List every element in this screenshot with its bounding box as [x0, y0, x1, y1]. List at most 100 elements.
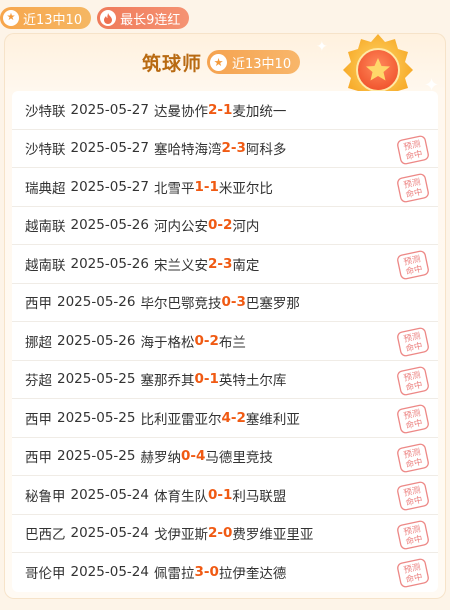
- match-league: 秘鲁甲: [25, 488, 66, 505]
- home-score: 0: [194, 332, 204, 349]
- away-team: 费罗维亚里亚: [232, 527, 314, 544]
- match-date: 2025-05-26: [70, 255, 149, 272]
- prediction-hit-stamp: 预测命中: [397, 481, 429, 511]
- away-team: 塞维利亚: [245, 411, 300, 428]
- away-team: 布兰: [218, 334, 246, 351]
- away-score: 4: [195, 448, 206, 465]
- match-date: 2025-05-26: [57, 294, 136, 311]
- match-row[interactable]: 西甲 2025-05-25 赫罗纳 0 - 4 马德里竞技 预测 命中: [12, 438, 438, 476]
- away-score: 2: [222, 217, 233, 234]
- match-league: 瑞典超: [25, 180, 66, 197]
- match-row[interactable]: 西甲 2025-05-25 比利亚雷亚尔 4 - 2 塞维利亚 预测 命中: [12, 399, 438, 438]
- prediction-hit-stamp: 预测命中: [397, 135, 429, 164]
- match-date: 2025-05-27: [70, 178, 149, 195]
- win-streak-text: 最长9连红: [120, 12, 181, 28]
- home-team: 塞那乔其: [140, 373, 195, 390]
- away-team: 马德里竞技: [205, 450, 273, 467]
- match-row[interactable]: 秘鲁甲 2025-05-24 体育生队 0 - 1 利马联盟 预测 命中: [12, 476, 438, 515]
- away-score: 1: [209, 371, 219, 388]
- prediction-hit-stamp: 预测命中: [397, 558, 429, 588]
- match-row[interactable]: 沙特联 2025-05-27 达曼协作 2 - 1 麦加统一: [12, 91, 438, 130]
- match-date: 2025-05-25: [57, 371, 136, 388]
- home-score: 0: [221, 294, 231, 311]
- home-score: 1: [194, 178, 204, 195]
- home-team: 达曼协作: [153, 103, 208, 120]
- match-row[interactable]: 沙特联 2025-05-27 塞哈特海湾 2 - 3 阿科多 预测 命中: [12, 130, 438, 168]
- home-team: 宋兰义安: [153, 257, 208, 274]
- star-icon: ★: [210, 53, 227, 71]
- match-row[interactable]: 瑞典超 2025-05-27 北雪平 1 - 1 米亚尔比 预测 命中: [12, 168, 438, 207]
- match-league: 西甲: [25, 296, 52, 313]
- flame-icon: [100, 10, 117, 26]
- match-league: 越南联: [25, 257, 66, 274]
- match-league: 西甲: [25, 411, 52, 428]
- home-score: 2: [207, 255, 218, 272]
- home-team: 佩雷拉: [153, 566, 195, 583]
- home-team: 赫罗纳: [140, 450, 181, 467]
- away-team: 巴塞罗那: [245, 296, 300, 313]
- match-date: 2025-05-26: [57, 332, 136, 349]
- match-league: 挪超: [25, 334, 52, 351]
- match-league: 西甲: [25, 450, 52, 467]
- away-score: 1: [222, 101, 233, 118]
- home-team: 毕尔巴鄂竞技: [140, 296, 222, 313]
- home-score: 0: [180, 448, 191, 465]
- away-score: 1: [209, 178, 219, 195]
- home-score: 0: [194, 371, 204, 388]
- match-list: 沙特联 2025-05-27 达曼协作 2 - 1 麦加统一 沙特联 2025-05-27 塞…: [12, 91, 438, 592]
- match-row[interactable]: 哥伦甲 2025-05-24 佩雷拉 3 - 0 拉伊奎达德 预测 命中: [12, 553, 438, 592]
- prediction-hit-stamp: 预测命中: [397, 327, 429, 357]
- expert-record-badge: ★ 近13中10: [207, 50, 301, 74]
- home-team: 戈伊亚斯: [153, 527, 208, 544]
- match-row[interactable]: 芬超 2025-05-25 塞那乔其 0 - 1 英特土尔库 预测 命中: [12, 361, 438, 399]
- away-score: 2: [209, 332, 219, 349]
- home-score: 4: [221, 409, 231, 426]
- home-team: 体育生队: [153, 488, 208, 505]
- away-score: 0: [222, 525, 233, 542]
- match-row[interactable]: 西甲 2025-05-26 毕尔巴鄂竞技 0 - 3 巴塞罗那: [12, 284, 438, 322]
- away-score: 2: [236, 409, 246, 426]
- home-team: 河内公安: [153, 219, 208, 236]
- away-team: 河内: [232, 219, 260, 236]
- match-date: 2025-05-24: [70, 525, 149, 542]
- recent-record-text: 近13中10: [23, 12, 83, 28]
- away-score: 0: [209, 564, 219, 581]
- recent-record-badge: ★ 近13中10: [0, 7, 92, 29]
- win-streak-badge: 最长9连红: [97, 7, 190, 29]
- home-score: 2: [207, 525, 218, 542]
- home-score: 2: [221, 140, 231, 157]
- match-date: 2025-05-25: [57, 409, 136, 426]
- away-score: 3: [236, 294, 246, 311]
- prediction-hit-stamp: 预测命中: [397, 443, 429, 472]
- away-team: 利马联盟: [232, 488, 287, 505]
- match-row[interactable]: 巴西乙 2025-05-24 戈伊亚斯 2 - 0 费罗维亚里亚 预测 命中: [12, 515, 438, 553]
- match-date: 2025-05-24: [70, 486, 149, 503]
- prediction-hit-stamp: 预测命中: [397, 404, 429, 434]
- match-date: 2025-05-27: [70, 101, 149, 118]
- expert-card: 筑球师 ★ 近13中10 ✦ ✦ 沙特联 2025-05-27 达曼协作 2 - 1: [4, 33, 446, 599]
- home-team: 塞哈特海湾: [153, 142, 222, 159]
- prediction-hit-stamp: 预测命中: [397, 173, 429, 203]
- home-score: 0: [207, 486, 218, 503]
- match-row[interactable]: 越南联 2025-05-26 河内公安 0 - 2 河内: [12, 207, 438, 245]
- match-date: 2025-05-25: [57, 448, 136, 465]
- away-team: 米亚尔比: [218, 180, 273, 197]
- away-team: 南定: [232, 257, 260, 274]
- prediction-hit-stamp: 预测命中: [397, 250, 429, 280]
- prediction-hit-stamp: 预测命中: [397, 520, 429, 549]
- match-row[interactable]: 越南联 2025-05-26 宋兰义安 2 - 3 南定 预测 命中: [12, 245, 438, 284]
- match-row[interactable]: 挪超 2025-05-26 海于格松 0 - 2 布兰 预测 命中: [12, 322, 438, 361]
- expert-name: 筑球师: [142, 53, 203, 75]
- match-league: 沙特联: [25, 103, 66, 120]
- match-date: 2025-05-27: [70, 140, 149, 157]
- card-header: 筑球师 ★ 近13中10 ✦ ✦: [4, 34, 446, 106]
- star-icon: ★: [3, 10, 19, 26]
- match-league: 芬超: [25, 373, 52, 390]
- home-team: 海于格松: [140, 334, 195, 351]
- home-score: 0: [207, 217, 218, 234]
- match-date: 2025-05-24: [70, 564, 149, 581]
- home-score: 2: [207, 101, 218, 118]
- away-score: 1: [222, 486, 233, 503]
- home-team: 北雪平: [153, 180, 195, 197]
- prediction-hit-stamp: 预测命中: [397, 366, 429, 395]
